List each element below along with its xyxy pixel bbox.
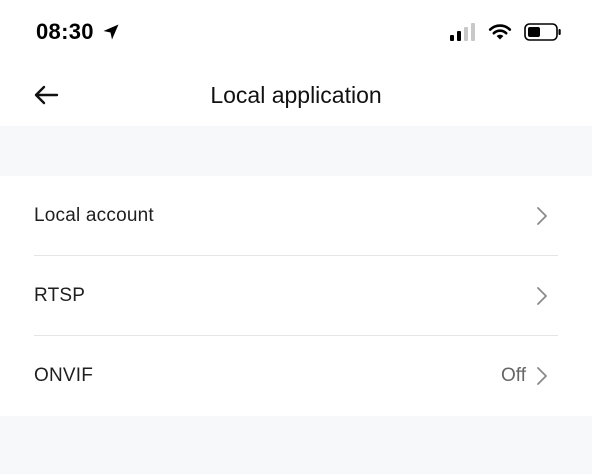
status-bar: 08:30 (0, 0, 592, 64)
list-item-label: ONVIF (34, 365, 94, 386)
cellular-signal-icon (450, 23, 476, 41)
chevron-right-icon (537, 207, 547, 225)
status-indicators (450, 20, 562, 44)
page-title: Local application (210, 82, 382, 108)
list-item-accessory (526, 206, 548, 226)
list-item-onvif[interactable]: ONVIF Off (0, 336, 592, 416)
list-item-label: Local account (34, 205, 154, 226)
local-application-screen: 08:30 Local application Local account RT… (0, 0, 592, 474)
location-arrow-icon (102, 23, 120, 41)
battery-icon (524, 22, 562, 42)
wifi-icon (488, 23, 512, 41)
settings-list: Local account RTSP ONVIF Off (0, 176, 592, 416)
list-item-accessory: Off (501, 365, 548, 387)
list-item-rtsp[interactable]: RTSP (0, 256, 592, 336)
onvif-status-value: Off (501, 365, 526, 386)
list-item-accessory (526, 286, 548, 306)
status-time: 08:30 (36, 19, 94, 44)
list-item-local-account[interactable]: Local account (0, 176, 592, 256)
chevron-right-icon (537, 367, 547, 385)
navigation-bar: Local application (0, 64, 592, 126)
list-item-label: RTSP (34, 285, 86, 306)
status-time-group: 08:30 (36, 18, 120, 46)
chevron-right-icon (537, 287, 547, 305)
